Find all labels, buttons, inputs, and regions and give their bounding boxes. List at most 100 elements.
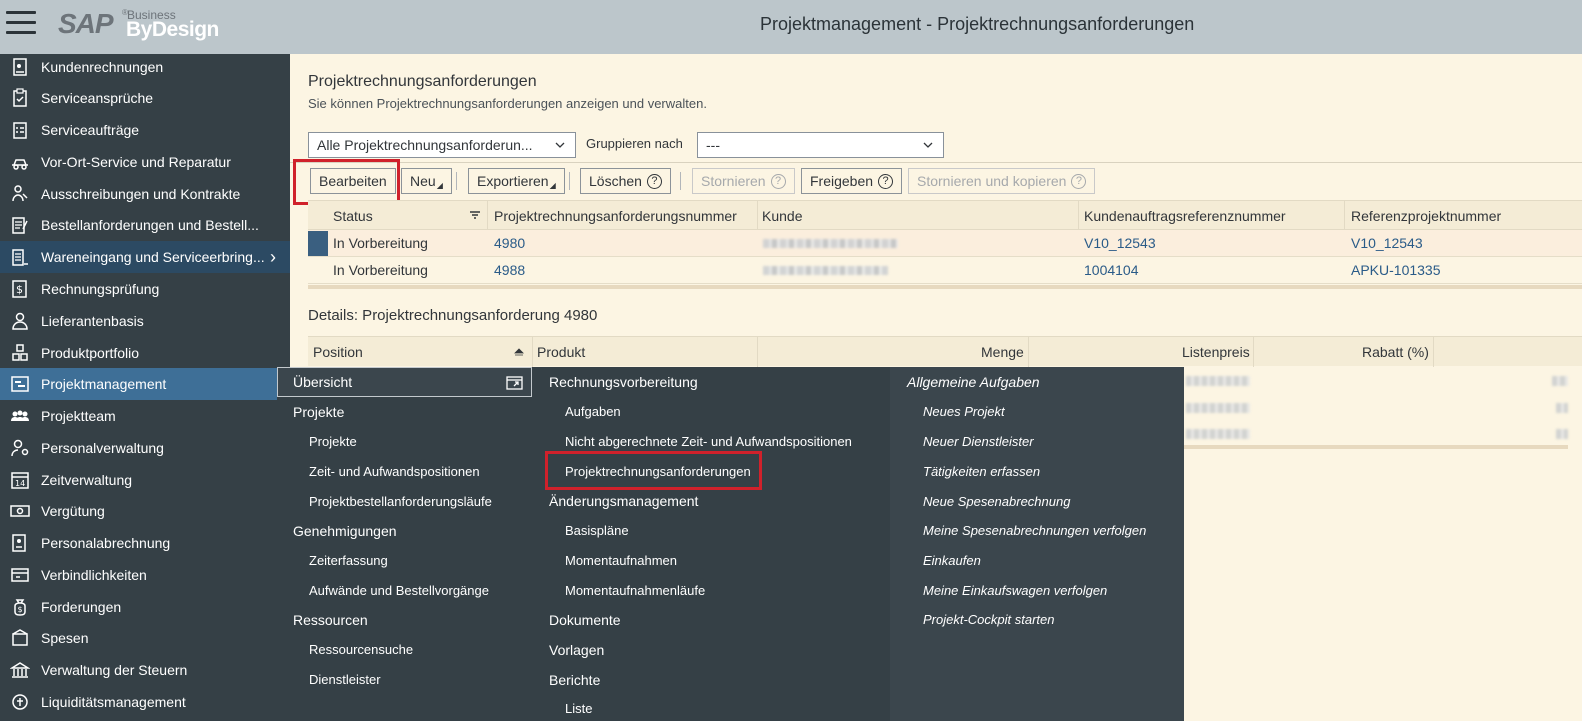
menu-approvals-heading[interactable]: Genehmigungen — [293, 523, 397, 539]
page-title: Projektrechnungsanforderungen — [308, 73, 537, 90]
group-by-value: --- — [706, 137, 720, 153]
menu-resource-search[interactable]: Ressourcensuche — [309, 642, 413, 657]
delete-button[interactable]: Löschen? — [580, 168, 671, 194]
cell-number-link[interactable]: 4980 — [494, 235, 525, 251]
menu-tasks[interactable]: Aufgaben — [565, 404, 621, 419]
menu-record-activities[interactable]: Tätigkeiten erfassen — [923, 464, 1040, 479]
chevron-right-icon[interactable]: › — [270, 247, 276, 268]
nav-label: Projektmanagement — [41, 376, 167, 392]
nav-item-verbindlichkeiten[interactable]: Verbindlichkeiten — [0, 559, 290, 591]
menu-general-tasks-heading: Allgemeine Aufgaben — [907, 374, 1040, 390]
nav-item-verguetung[interactable]: Vergütung — [0, 495, 290, 527]
details-scrollbar[interactable] — [1184, 445, 1568, 449]
nav-item-ausschreibungen[interactable]: Ausschreibungen und Kontrakte — [0, 178, 290, 210]
menu-reports-heading[interactable]: Berichte — [549, 672, 600, 688]
menu-project-purchase-runs[interactable]: Projektbestellanforderungsläufe — [309, 494, 492, 509]
nav-item-kundenrechnungen[interactable]: Kundenrechnungen — [0, 51, 290, 83]
nav-item-serviceauftraege[interactable]: Serviceaufträge — [0, 114, 290, 146]
cell-order-ref-link[interactable]: 1004104 — [1084, 262, 1139, 278]
row-selector[interactable] — [308, 258, 328, 283]
table-scrollbar[interactable] — [308, 285, 1582, 289]
nav-item-personalabrechnung[interactable]: Personalabrechnung — [0, 527, 290, 559]
col-quantity[interactable]: Menge — [981, 344, 1024, 360]
menu-baselines[interactable]: Basispläne — [565, 523, 629, 538]
nav-item-produktportfolio[interactable]: Produktportfolio — [0, 337, 290, 369]
menu-start-project-cockpit[interactable]: Projekt-Cockpit starten — [923, 612, 1055, 627]
handshake-icon — [9, 183, 31, 205]
menu-snapshots[interactable]: Momentaufnahmen — [565, 553, 677, 568]
nav-item-forderungen[interactable]: $ Forderungen — [0, 591, 290, 623]
new-button[interactable]: Neu ◢ — [401, 168, 452, 194]
menu-new-service-provider[interactable]: Neuer Dienstleister — [923, 434, 1034, 449]
col-customer[interactable]: Kunde — [762, 208, 802, 224]
nav-label: Personalverwaltung — [41, 440, 164, 456]
col-order-ref[interactable]: Kundenauftragsreferenznummer — [1084, 208, 1286, 224]
cell-order-ref-link[interactable]: V10_12543 — [1084, 235, 1156, 251]
col-project-ref[interactable]: Referenzprojektnummer — [1351, 208, 1501, 224]
menu-projects[interactable]: Projekte — [309, 434, 357, 449]
open-in-new-window-icon[interactable] — [506, 374, 524, 390]
nav-item-wareneingang[interactable]: Wareneingang und Serviceerbring... › — [0, 241, 290, 273]
menu-resources-heading[interactable]: Ressourcen — [293, 612, 368, 628]
col-position[interactable]: Position — [313, 344, 363, 360]
menu-shopping[interactable]: Einkaufen — [923, 553, 981, 568]
menu-track-expense-reports[interactable]: Meine Spesenabrechnungen verfolgen — [923, 523, 1146, 538]
col-product[interactable]: Produkt — [537, 344, 585, 360]
money-bag-icon: $ — [9, 596, 31, 618]
cell-status: In Vorbereitung — [333, 235, 428, 251]
nav-label: Verbindlichkeiten — [41, 567, 147, 583]
nav-item-personalverwaltung[interactable]: Personalverwaltung — [0, 432, 290, 464]
menu-expenses-orders[interactable]: Aufwände und Bestellvorgänge — [309, 583, 489, 598]
nav-item-spesen[interactable]: Spesen — [0, 622, 290, 654]
menu-service-providers[interactable]: Dienstleister — [309, 672, 381, 687]
menu-track-shopping-carts[interactable]: Meine Einkaufswagen verfolgen — [923, 583, 1107, 598]
nav-item-lieferantenbasis[interactable]: Lieferantenbasis — [0, 305, 290, 337]
menu-new-project[interactable]: Neues Projekt — [923, 404, 1005, 419]
team-icon — [9, 405, 31, 427]
order-icon — [9, 214, 31, 236]
toolbar-separator — [569, 172, 570, 190]
cell-customer-blurred — [763, 266, 888, 275]
menu-billing-heading[interactable]: Rechnungsvorbereitung — [549, 374, 698, 390]
table-row[interactable]: In Vorbereitung 4980 V10_12543 V10_12543 — [308, 230, 1582, 257]
menu-templates[interactable]: Vorlagen — [549, 642, 604, 658]
menu-snapshot-runs[interactable]: Momentaufnahmenläufe — [565, 583, 705, 598]
col-discount[interactable]: Rabatt (%) — [1362, 344, 1429, 360]
nav-item-steuern[interactable]: Verwaltung der Steuern — [0, 654, 290, 686]
nav-item-rechnungspruefung[interactable]: $ Rechnungsprüfung — [0, 273, 290, 305]
sort-ascending-icon[interactable] — [514, 347, 524, 357]
group-by-select[interactable]: --- — [697, 132, 944, 158]
query-select[interactable]: Alle Projektrechnungsanforderun... — [308, 132, 576, 158]
nav-item-bestellanforderungen[interactable]: Bestellanforderungen und Bestell... — [0, 209, 290, 241]
cell-number-link[interactable]: 4988 — [494, 262, 525, 278]
col-list-price[interactable]: Listenpreis — [1182, 344, 1250, 360]
menu-time-recording[interactable]: Zeiterfassung — [309, 553, 388, 568]
menu-projects-heading[interactable]: Projekte — [293, 404, 344, 420]
tax-icon — [9, 659, 31, 681]
menu-reports-list[interactable]: Liste — [565, 701, 592, 716]
menu-documents[interactable]: Dokumente — [549, 612, 621, 628]
nav-item-projektmanagement[interactable]: Projektmanagement — [0, 368, 290, 400]
release-button[interactable]: Freigeben? — [801, 168, 903, 194]
menu-unbilled-items[interactable]: Nicht abgerechnete Zeit- und Aufwandspos… — [565, 434, 852, 449]
menu-time-expense-items[interactable]: Zeit- und Aufwandspositionen — [309, 464, 480, 479]
nav-item-zeitverwaltung[interactable]: 14 Zeitverwaltung — [0, 464, 290, 496]
col-number[interactable]: Projektrechnungsanforderungsnummer — [494, 208, 737, 224]
nav-item-vor-ort-service[interactable]: Vor-Ort-Service und Reparatur — [0, 146, 290, 178]
cancel-and-copy-button[interactable]: Stornieren und kopieren? — [908, 168, 1096, 194]
cell-project-ref-link[interactable]: V10_12543 — [1351, 235, 1423, 251]
nav-item-liquiditaet[interactable]: Liquiditätsmanagement — [0, 686, 290, 718]
cell-project-ref-link[interactable]: APKU-101335 — [1351, 262, 1441, 278]
col-status[interactable]: Status — [333, 208, 373, 224]
menu-new-expense-report[interactable]: Neue Spesenabrechnung — [923, 494, 1070, 509]
row-selector[interactable] — [308, 231, 328, 256]
cancel-button[interactable]: Stornieren? — [692, 168, 795, 194]
menu-icon[interactable] — [6, 11, 36, 37]
export-button[interactable]: Exportieren ◢ — [468, 168, 565, 194]
nav-item-projektteam[interactable]: Projektteam — [0, 400, 290, 432]
filter-icon[interactable] — [470, 211, 480, 221]
nav-item-serviceansprueche[interactable]: Serviceansprüche — [0, 82, 290, 114]
table-row[interactable]: In Vorbereitung 4988 1004104 APKU-101335 — [308, 257, 1582, 284]
menu-change-management-heading[interactable]: Änderungsmanagement — [549, 493, 698, 509]
menu-overview[interactable]: Übersicht — [293, 374, 352, 390]
